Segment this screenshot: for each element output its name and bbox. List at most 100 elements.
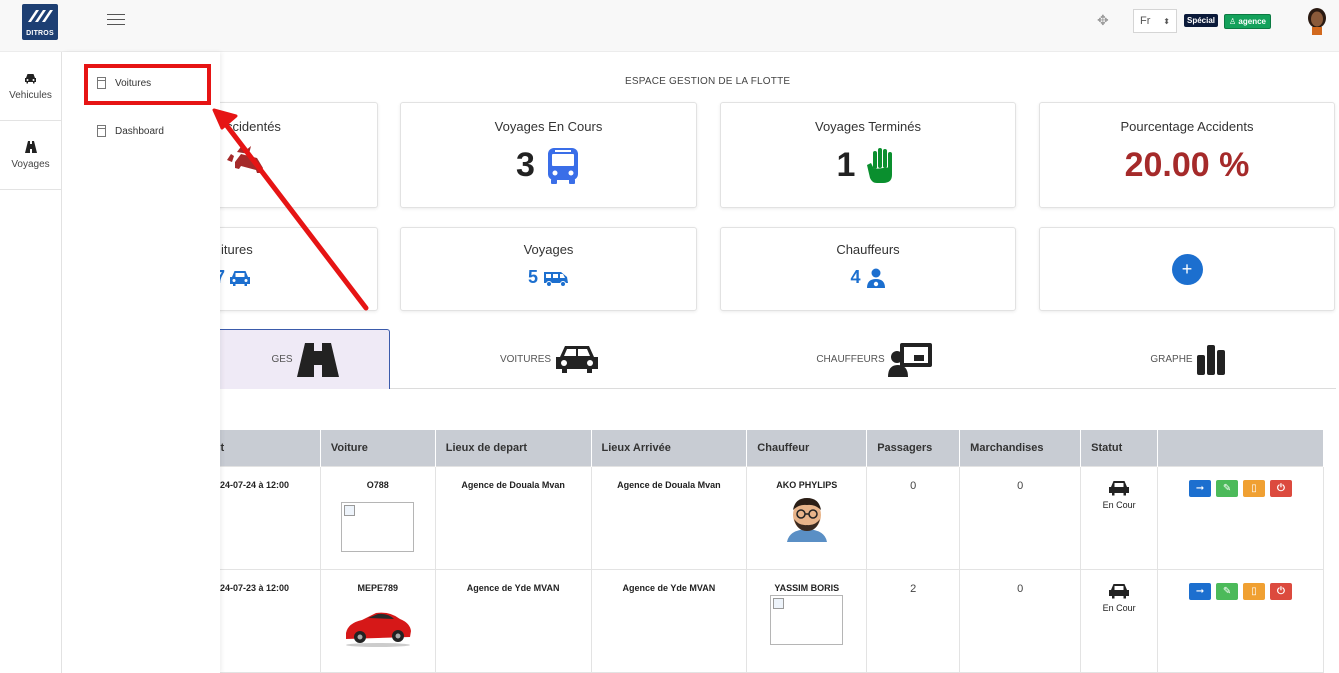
cell-marchandises: 0 (959, 465, 1082, 570)
red-car-image (345, 612, 411, 647)
submenu-label: Dashboard (115, 125, 164, 137)
card-value: 5 (527, 267, 538, 287)
chauffeur-name: AKO PHYLIPS (776, 479, 838, 490)
power-button[interactable]: ⏻ (1270, 479, 1293, 497)
cell-arrivee: Agence de Yde MVAN (590, 568, 748, 673)
cell-depart: Agence de Yde MVAN (434, 568, 592, 673)
edit-button[interactable]: ✎ (1216, 582, 1239, 600)
broken-image (770, 594, 844, 645)
cell-marchandises: 0 (959, 568, 1082, 673)
tab-voitures[interactable]: VOITURES (390, 329, 710, 389)
col-header-arrivee[interactable]: Lieux Arrivée (591, 430, 748, 466)
menu-toggle-button[interactable] (107, 14, 125, 28)
car-icon (556, 346, 599, 373)
language-select[interactable]: Fr ⬍ (1133, 9, 1177, 33)
col-header-voiture[interactable]: Voiture (320, 430, 436, 466)
cell-voiture: MEPE789 (319, 568, 436, 673)
power-button[interactable]: ⏻ (1270, 582, 1293, 600)
nav-label: Vehicules (9, 89, 52, 101)
col-header-marchandises[interactable]: Marchandises (959, 430, 1082, 466)
card-title: Pourcentage Accidents (1120, 119, 1254, 134)
fullscreen-move-icon[interactable]: ✥ (1097, 12, 1109, 29)
col-header-actions (1157, 430, 1324, 466)
cell-chauffeur: YASSIM BORIS (746, 568, 868, 673)
driver-icon (866, 268, 885, 288)
top-bar: DITROS ✥ Fr ⬍ Spécial ♙ agence (0, 0, 1339, 52)
bar-chart-icon (1196, 345, 1225, 375)
table-header-row: t Voiture Lieux de depart Lieux Arrivée … (200, 430, 1324, 466)
power-icon: ⏻ (1277, 482, 1285, 494)
nav-label: Voyages (11, 158, 50, 170)
card-title: Voyages En Cours (494, 119, 603, 134)
voiture-plate: O788 (366, 479, 389, 490)
voyages-table: t Voiture Lieux de depart Lieux Arrivée … (200, 430, 1324, 673)
edit-button[interactable]: ✎ (1216, 479, 1239, 497)
card-add[interactable]: + (1039, 227, 1335, 311)
user-avatar[interactable] (1306, 7, 1328, 35)
card-pourcentage-accidents[interactable]: Pourcentage Accidents 20.00 % (1039, 102, 1335, 208)
arrow-right-icon: ➞ (1195, 585, 1205, 597)
van-icon (544, 271, 568, 287)
cell-arrivee: Agence de Douala Mvan (590, 465, 748, 570)
logo-text: DITROS (26, 30, 54, 37)
language-value: Fr (1140, 15, 1151, 27)
card-voyages-en-cours[interactable]: Voyages En Cours 3 (400, 102, 697, 208)
submenu-item-dashboard[interactable]: Dashboard (97, 125, 164, 137)
vehicules-submenu: Voitures Dashboard (62, 52, 220, 673)
col-header-passagers[interactable]: Passagers (866, 430, 961, 466)
go-button[interactable]: ➞ (1189, 479, 1212, 497)
broken-image (341, 501, 415, 552)
ditros-logo[interactable]: DITROS (22, 4, 58, 40)
cell-actions: ➞ ✎ ▯ ⏻ (1157, 568, 1324, 673)
plus-icon: + (1181, 258, 1193, 279)
tab-graphe[interactable]: GRAPHE (1040, 329, 1336, 389)
cell-depart: Agence de Douala Mvan (434, 465, 592, 570)
pdf-button[interactable]: ▯ (1243, 479, 1266, 497)
voiture-plate: MEPE789 (357, 582, 399, 593)
statut-label: En Cour (1102, 499, 1136, 510)
tab-label: GES (271, 354, 293, 365)
agence-badge-label: agence (1238, 17, 1266, 26)
pdf-button[interactable]: ▯ (1243, 582, 1266, 600)
edit-icon: ✎ (1222, 482, 1232, 494)
card-value: 20.00 % (1124, 146, 1250, 184)
col-header-statut[interactable]: Statut (1080, 430, 1159, 466)
tab-underline (390, 388, 1336, 389)
go-button[interactable]: ➞ (1189, 582, 1212, 600)
card-chauffeurs[interactable]: Chauffeurs 4 (720, 227, 1016, 311)
arrow-right-icon: ➞ (1195, 482, 1205, 494)
section-title: ESPACE GESTION DE LA FLOTTE (625, 76, 791, 87)
col-header-chauffeur[interactable]: Chauffeur (746, 430, 868, 466)
tab-label: GRAPHE (1150, 353, 1193, 365)
cell-actions: ➞ ✎ ▯ ⏻ (1157, 465, 1324, 570)
card-title: Voyages Terminés (815, 119, 921, 134)
tab-chauffeurs[interactable]: CHAUFFEURS (710, 329, 1040, 389)
table-row: 024-07-24 à 12:00 O788 Agence de Douala … (200, 465, 1324, 570)
card-voyages[interactable]: Voyages 5 (400, 227, 697, 311)
hamburger-line (107, 14, 125, 15)
highlight-box (84, 64, 211, 105)
tab-label: VOITURES (499, 353, 552, 365)
cell-passagers: 2 (866, 568, 961, 673)
left-nav: Vehicules Voyages (0, 52, 62, 673)
driver-board-icon (887, 343, 932, 377)
card-title: ccidentés (226, 119, 281, 134)
card-value: 1 (836, 146, 856, 184)
cell-statut: En Cour (1080, 465, 1159, 570)
nav-item-voyages[interactable]: Voyages (0, 121, 61, 190)
car-crash-icon (227, 144, 263, 173)
tab-label: CHAUFFEURS (816, 353, 885, 365)
power-icon: ⏻ (1277, 585, 1285, 597)
card-voyages-termines[interactable]: Voyages Terminés 1 (720, 102, 1016, 208)
logo-stripes-icon (28, 10, 53, 22)
stop-hand-icon (867, 147, 893, 183)
hamburger-line (107, 19, 125, 20)
nav-item-vehicules[interactable]: Vehicules (0, 52, 61, 121)
cell-voiture: O788 (319, 465, 436, 570)
cell-chauffeur: AKO PHYLIPS (746, 465, 868, 570)
col-header-depart[interactable]: Lieux de depart (435, 430, 592, 466)
select-arrows-icon: ⬍ (1163, 16, 1170, 26)
road-icon (24, 140, 37, 156)
document-icon (97, 125, 106, 137)
add-button[interactable]: + (1171, 253, 1203, 285)
